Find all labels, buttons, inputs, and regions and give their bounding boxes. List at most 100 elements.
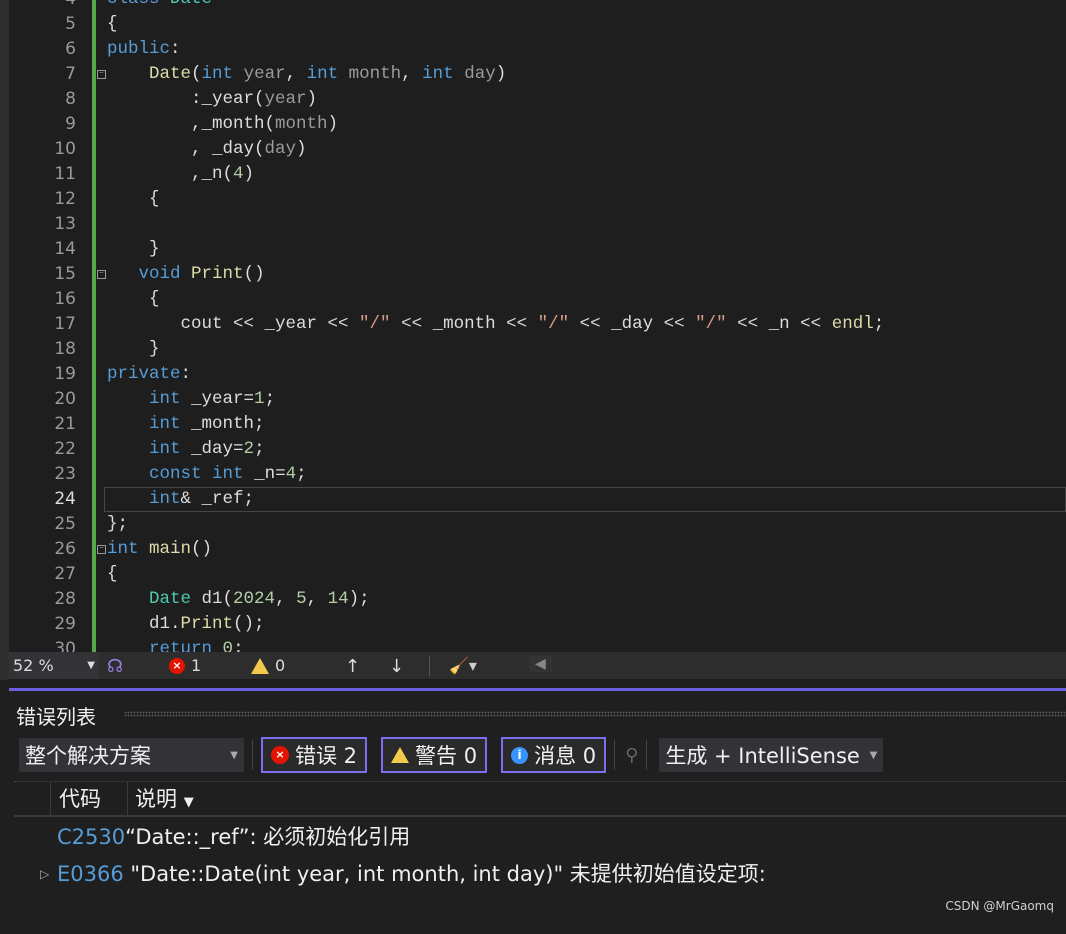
code-text: Date(int year, int month, int day) — [107, 62, 506, 87]
code-token: & _ref; — [180, 489, 255, 509]
code-text: int main() — [107, 537, 212, 562]
code-token: << _n << — [726, 314, 832, 334]
divider — [614, 740, 616, 770]
code-token: } — [107, 339, 160, 359]
code-text: Date d1(2024, 5, 14); — [107, 587, 370, 612]
warnings-filter-button[interactable]: 警告 0 — [381, 737, 488, 773]
code-line[interactable]: 4 class Date — [0, 0, 1066, 12]
code-token: ) — [495, 64, 507, 84]
panel-drag-handle[interactable] — [124, 711, 1066, 717]
code-line[interactable]: 11 ,_n(4) — [0, 162, 1066, 187]
code-text: }; — [107, 512, 128, 537]
code-line[interactable]: 17 cout << _year << "/" << _month << "/"… — [0, 312, 1066, 337]
line-number: 5 — [65, 14, 76, 34]
code-line[interactable]: 7 Date(int year, int month, int day) − — [0, 62, 1066, 87]
code-line[interactable]: 22 int _day=2; — [0, 437, 1066, 462]
line-number: 14 — [54, 239, 76, 259]
code-token: ; — [873, 314, 885, 334]
column-description[interactable]: 说明 ▼ — [127, 782, 194, 816]
arrow-up-icon[interactable]: ↑ — [345, 656, 360, 677]
code-line[interactable]: 30 return 0; — [0, 637, 1066, 652]
source-dropdown[interactable]: 生成 + IntelliSense ▼ — [659, 738, 884, 772]
code-token: int — [149, 489, 181, 509]
code-token: Date — [149, 589, 192, 609]
code-token: { — [107, 189, 160, 209]
code-token: ) — [296, 139, 307, 159]
code-token: 4 — [285, 464, 297, 484]
code-line[interactable]: 12 { — [0, 187, 1066, 212]
chevron-down-icon: ▼ — [869, 749, 878, 761]
code-line[interactable]: 5{ — [0, 12, 1066, 37]
arrow-down-icon[interactable]: ↓ — [389, 656, 404, 677]
code-line[interactable]: 19 private: — [0, 362, 1066, 387]
copilot-icon[interactable]: ☊ — [107, 656, 123, 677]
code-line[interactable]: 28 Date d1(2024, 5, 14); — [0, 587, 1066, 612]
code-line[interactable]: 29 d1.Print(); — [0, 612, 1066, 637]
code-token: Date — [170, 0, 212, 9]
code-token: :_year( — [107, 89, 265, 109]
code-token: day — [464, 64, 496, 84]
expand-icon[interactable]: ▷ — [40, 857, 49, 891]
line-number: 23 — [54, 464, 76, 484]
code-token: () — [243, 264, 265, 284]
code-text: int _year=1; — [107, 387, 275, 412]
code-token: 2024 — [233, 589, 276, 609]
code-token: "/" — [537, 314, 570, 334]
line-number: 18 — [54, 339, 76, 359]
fold-toggle-icon[interactable]: − — [97, 545, 106, 554]
code-line[interactable]: 21 int _month; — [0, 412, 1066, 437]
code-token: 5 — [296, 589, 307, 609]
zoom-dropdown[interactable]: 52 % ▼ — [9, 652, 99, 679]
chevron-down-icon: ▼ — [87, 660, 95, 671]
fold-toggle-icon[interactable]: − — [97, 70, 106, 79]
error-row[interactable]: ▷ E0366 "Date::Date(int year, int month, … — [9, 857, 909, 891]
code-line[interactable]: 14 } — [0, 237, 1066, 262]
code-token: ) — [243, 164, 255, 184]
code-token: : — [170, 39, 181, 59]
code-cleanup-icon[interactable]: 🧹▾ — [449, 656, 477, 675]
error-count[interactable]: × 1 — [169, 656, 201, 675]
warning-count[interactable]: 0 — [251, 656, 285, 675]
code-token: ; — [233, 639, 244, 652]
code-token: int — [149, 414, 181, 434]
fold-toggle-icon[interactable]: − — [97, 270, 106, 279]
line-number: 24 — [54, 489, 76, 509]
code-line[interactable]: 10 , _day(day) — [0, 137, 1066, 162]
code-line[interactable]: 13 — [0, 212, 1066, 237]
scope-dropdown[interactable]: 整个解决方案 ▼ — [19, 738, 244, 772]
column-code[interactable]: 代码 — [50, 782, 127, 816]
code-line[interactable]: 24 int& _ref; — [0, 487, 1066, 512]
code-line[interactable]: 6 public: — [0, 37, 1066, 62]
code-line[interactable]: 9 ,_month(month) — [0, 112, 1066, 137]
code-text: { — [107, 562, 118, 587]
code-token: d1( — [191, 589, 234, 609]
code-line[interactable]: 16 { — [0, 287, 1066, 312]
code-line[interactable]: 15 void Print() − — [0, 262, 1066, 287]
code-token: endl — [831, 314, 874, 334]
code-token: year — [264, 89, 307, 109]
code-token: cout << _year << — [107, 314, 360, 334]
divider — [646, 740, 648, 770]
code-line[interactable]: 20 int _year=1; — [0, 387, 1066, 412]
code-token: , — [275, 589, 297, 609]
filter-icon[interactable]: ⚲ — [625, 745, 638, 766]
code-editor[interactable]: 4class Date5{6public:7 Date(int year, in… — [0, 0, 1066, 652]
scroll-left-icon[interactable]: ◀ — [529, 656, 552, 672]
code-line[interactable]: 25}; — [0, 512, 1066, 537]
code-token: class — [107, 0, 160, 9]
errors-filter-button[interactable]: × 错误 2 — [261, 737, 368, 773]
code-line[interactable]: 23 const int _n=4; — [0, 462, 1066, 487]
code-line[interactable]: 26 int main() − — [0, 537, 1066, 562]
code-line[interactable]: 8 :_year(year) — [0, 87, 1066, 112]
line-number: 10 — [54, 139, 76, 159]
info-icon: i — [511, 746, 529, 764]
line-number: 4 — [20, 0, 76, 12]
code-line[interactable]: 27 { — [0, 562, 1066, 587]
code-line[interactable]: 18 } — [0, 337, 1066, 362]
error-row[interactable]: C2530“Date::_ref”: 必须初始化引用 — [57, 820, 410, 854]
messages-filter-button[interactable]: i 消息 0 — [501, 737, 607, 773]
